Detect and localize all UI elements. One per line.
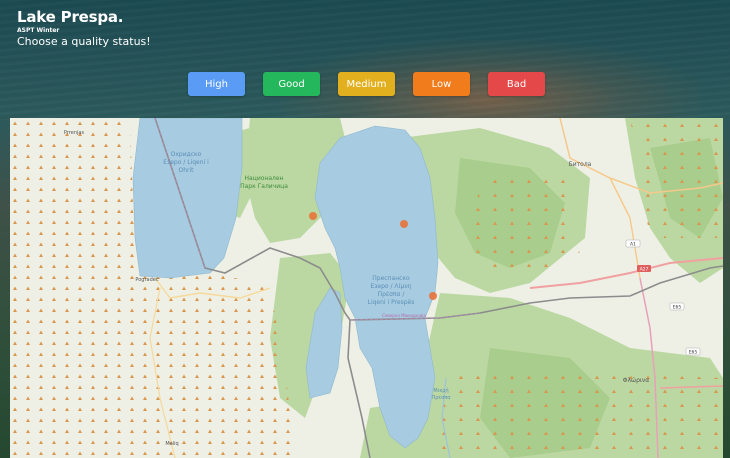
road-shield-e65-south: E65 (685, 347, 701, 356)
quality-low-button[interactable]: Low (413, 72, 470, 96)
svg-text:Национален: Национален (245, 175, 284, 182)
map-view[interactable]: Охридско Езеро / Liqeni i Ohrit Национал… (10, 118, 723, 458)
svg-text:Охридско: Охридско (171, 151, 202, 158)
city-label-florina: Φλώρινα (623, 377, 649, 384)
quality-bad-button[interactable]: Bad (488, 72, 545, 96)
svg-text:Liqeni i Prespës: Liqeni i Prespës (368, 299, 415, 306)
page-title: Lake Prespa. (17, 8, 124, 26)
sample-point-marker[interactable] (429, 292, 437, 300)
quality-good-button[interactable]: Good (263, 72, 320, 96)
border-label: Северна Македонија (382, 313, 426, 318)
svg-text:Ohrit: Ohrit (178, 167, 194, 174)
page-prompt: Choose a quality status! (17, 35, 151, 48)
page-subtitle: ASPT Winter (17, 27, 60, 34)
city-label-maliq: Maliq (165, 441, 178, 447)
city-label-pogradec: Pogradec (135, 277, 158, 283)
map-canvas[interactable]: Охридско Езеро / Liqeni i Ohrit Национал… (10, 118, 723, 458)
quality-button-bar: High Good Medium Low Bad (0, 72, 730, 96)
svg-text:Μικρή: Μικρή (433, 387, 448, 394)
national-park-label: Национален Парк Галичица (240, 175, 288, 190)
svg-text:Πρέσπα: Πρέσπα (431, 394, 451, 401)
road-shield-e65-north: E65 (669, 302, 685, 311)
svg-text:Езеро / Liqeni i: Езеро / Liqeni i (163, 159, 209, 166)
svg-text:Езеро / Λίμνη: Езеро / Λίμνη (370, 283, 411, 290)
quality-medium-button[interactable]: Medium (338, 72, 395, 96)
sample-point-marker[interactable] (400, 220, 408, 228)
city-label-prrenjas: Prrenjas (64, 130, 85, 136)
svg-text:E65: E65 (673, 305, 682, 311)
road-shield-a27: A27 (637, 265, 651, 273)
svg-text:E65: E65 (689, 350, 698, 356)
quality-high-button[interactable]: High (188, 72, 245, 96)
svg-text:Преспанско: Преспанско (372, 275, 410, 282)
road-shield-a1: A1 (625, 239, 641, 248)
sample-point-marker[interactable] (309, 212, 317, 220)
city-label-bitola: Битола (569, 161, 592, 168)
svg-text:A27: A27 (640, 267, 649, 273)
svg-text:Парк Галичица: Парк Галичица (240, 183, 288, 190)
header: Lake Prespa. ASPT Winter Choose a qualit… (17, 8, 151, 48)
svg-text:A1: A1 (630, 242, 636, 248)
svg-text:Πρέσπα /: Πρέσπα / (378, 291, 406, 298)
